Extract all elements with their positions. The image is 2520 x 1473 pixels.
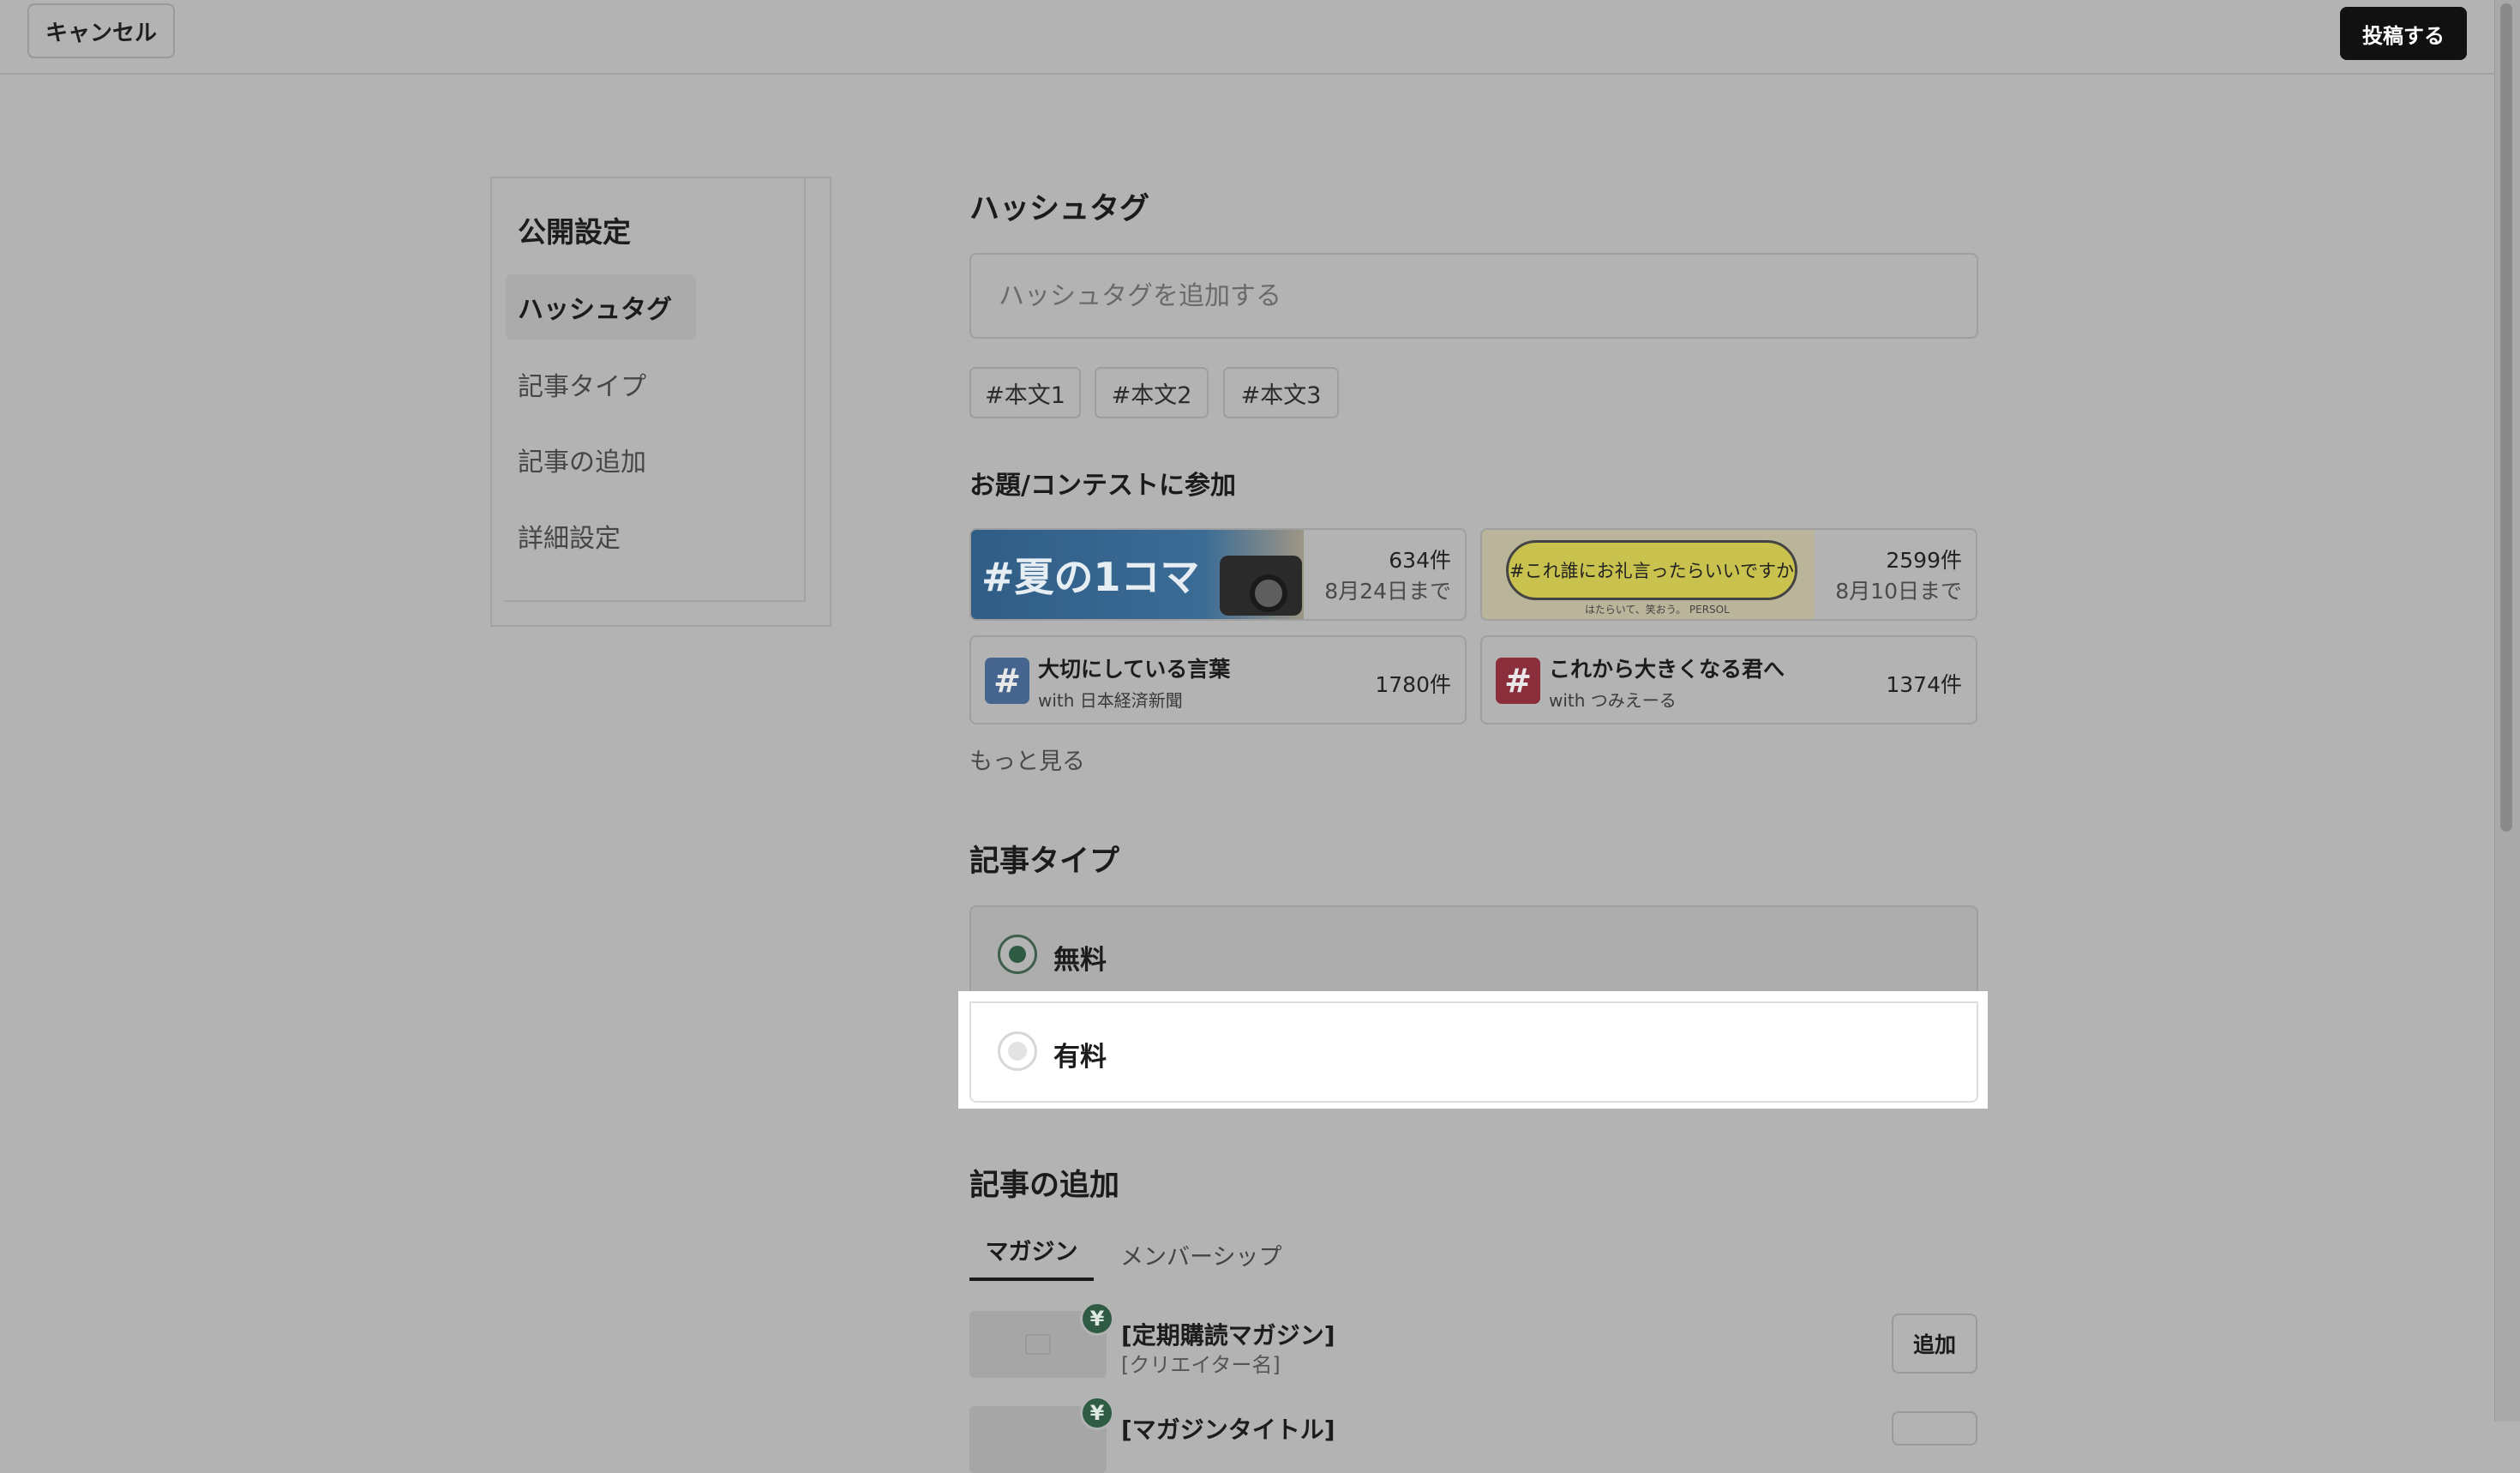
yen-icon: ¥ [1080,1302,1114,1336]
contest-count: 1780件 [1375,672,1451,697]
tab-magazine[interactable]: マガジン [969,1233,1094,1281]
article-type-free-option[interactable] [969,905,1978,1005]
scrollbar-thumb[interactable] [2500,3,2512,832]
hashtag-chip[interactable]: #本文1 [969,367,1081,418]
yen-icon: ¥ [1080,1396,1114,1430]
sidebar-item-hashtag[interactable]: ハッシュタグ [506,274,696,340]
contest-count: 1374件 [1886,672,1962,697]
contest-heading: お題/コンテストに参加 [969,471,1236,501]
sidebar-title: 公開設定 [518,215,631,249]
add-article-heading: 記事の追加 [969,1169,1120,1203]
sidebar-item-article-type[interactable]: 記事タイプ [518,365,646,403]
contest-tag-title: 大切にしている言葉 [1038,657,1231,682]
post-button[interactable]: 投稿する [2340,7,2467,60]
contest-count: 634件 [1389,548,1451,573]
sidebar-item-advanced-settings[interactable]: 詳細設定 [518,517,621,555]
add-magazine-button[interactable] [1892,1411,1977,1446]
speech-bubble: #これ誰にお礼言ったらいいですか [1506,540,1797,600]
contest-card-thanks[interactable]: #これ誰にお礼言ったらいいですか はたらいて、笑おう。 PERSOL 2599件… [1480,528,1977,621]
contest-banner-text: #これ誰にお礼言ったらいいですか [1509,561,1794,581]
magazine-title: [定期購読マガジン] [1121,1321,1335,1350]
hashtag-heading: ハッシュタグ [969,192,1150,226]
radio-unselected-dot [1008,1042,1027,1061]
contest-deadline: 8月10日まで [1835,579,1962,604]
contest-tag-partner: with 日本経済新聞 [1038,690,1183,711]
contest-card-summer[interactable]: #夏の1コマ 634件 8月24日まで [969,528,1467,621]
contest-banner-footer: はたらいて、笑おう。 PERSOL [1585,604,1730,616]
contest-deadline: 8月24日まで [1324,579,1451,604]
hash-icon: # [985,658,1029,704]
hashtag-input[interactable] [969,253,1978,339]
hashtag-chip[interactable]: #本文2 [1095,367,1209,418]
contest-count: 2599件 [1886,548,1962,573]
contest-tag-card[interactable]: # これから大きくなる君へ with つみえーる 1374件 [1480,635,1977,724]
sidebar-item-add-article[interactable]: 記事の追加 [518,441,646,478]
contest-banner: #これ誰にお礼言ったらいいですか はたらいて、笑おう。 PERSOL [1482,530,1815,619]
book-icon [1025,1334,1051,1355]
radio-selected-dot [1009,946,1026,963]
radio-label-free: 無料 [1053,945,1107,976]
camera-lens-icon [1250,574,1287,612]
tab-membership[interactable]: メンバーシップ [1120,1238,1281,1272]
add-magazine-button[interactable]: 追加 [1892,1314,1977,1374]
contest-tag-card[interactable]: # 大切にしている言葉 with 日本経済新聞 1780件 [969,635,1467,724]
hashtag-chip[interactable]: #本文3 [1223,367,1339,418]
contest-tag-partner: with つみえーる [1549,690,1677,711]
article-type-paid-option[interactable] [969,1001,1978,1103]
see-more-link[interactable]: もっと見る [969,743,1085,776]
header-divider [0,73,2494,75]
contest-banner-text: #夏の1コマ [981,554,1200,600]
magazine-title: [マガジンタイトル] [1121,1416,1335,1444]
hash-icon: # [1496,658,1540,704]
magazine-creator: [クリエイター名] [1121,1353,1281,1377]
radio-label-paid: 有料 [1053,1042,1107,1073]
cancel-button[interactable]: キャンセル [27,3,175,58]
article-type-heading: 記事タイプ [969,845,1120,879]
contest-tag-title: これから大きくなる君へ [1549,657,1785,682]
